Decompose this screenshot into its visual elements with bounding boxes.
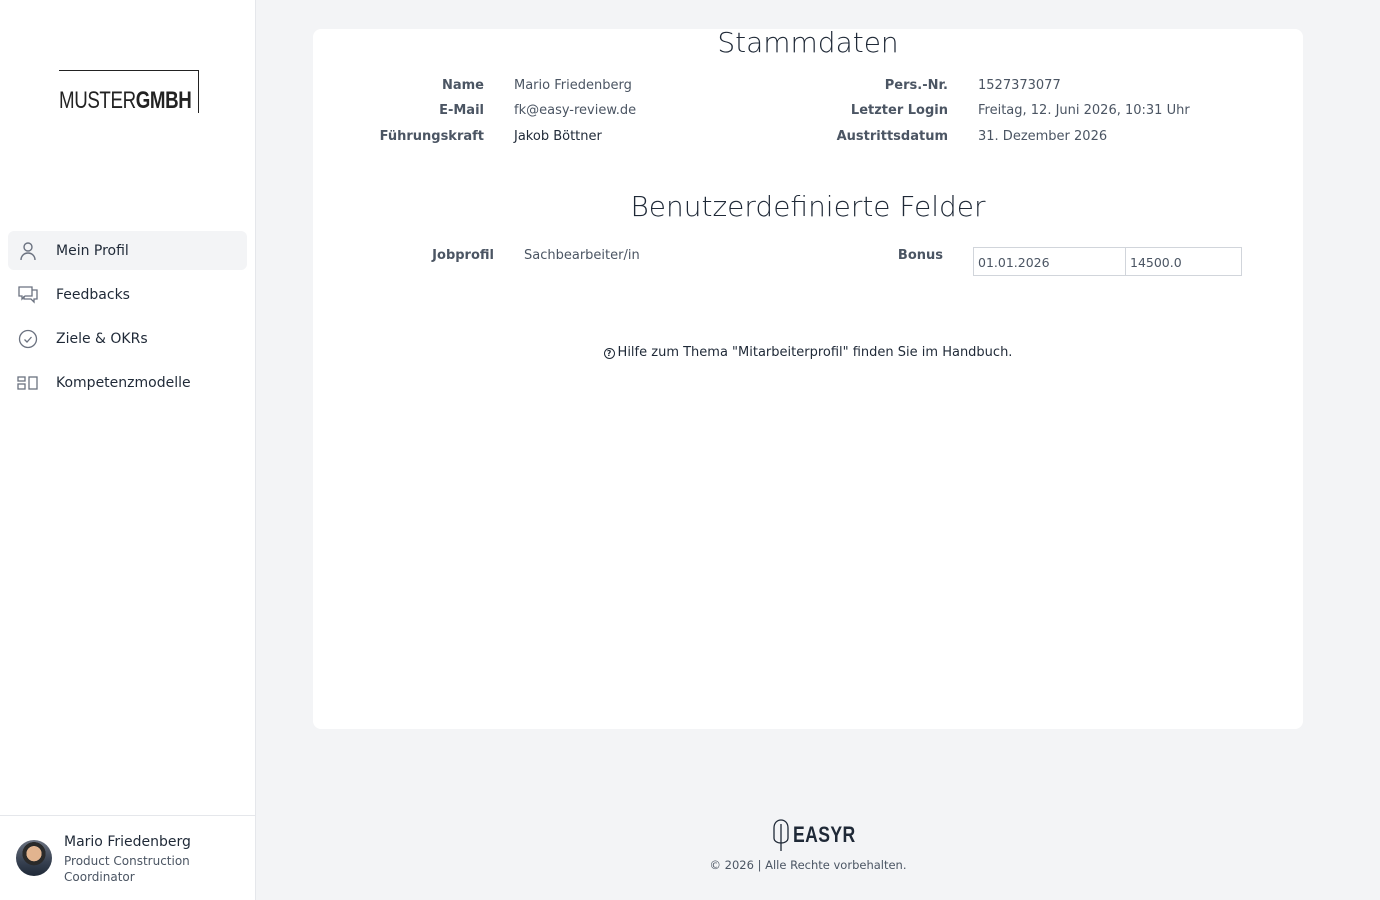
footer-brand: EASYR xyxy=(793,822,856,847)
chat-bubbles-icon xyxy=(17,284,39,306)
easyr-icon xyxy=(773,819,789,851)
user-name: Mario Friedenberg xyxy=(64,834,191,850)
manager-value: Jakob Böttner xyxy=(514,129,602,144)
logo-text-bold: GMBH xyxy=(135,87,192,114)
jobprofile-value: Sachbearbeiter/in xyxy=(524,248,640,263)
sidebar-item-label: Feedbacks xyxy=(56,286,130,303)
bonus-field: 01.01.2026 14500.0 xyxy=(973,247,1242,276)
company-logo[interactable]: MUSTERGMBH xyxy=(59,70,199,113)
bonus-label: Bonus xyxy=(897,248,943,263)
jobprofile-label: Jobprofil xyxy=(432,248,494,263)
bonus-amount-cell: 14500.0 xyxy=(1130,255,1182,270)
last-login-label: Letzter Login xyxy=(850,103,948,118)
pers-nr-value: 1527373077 xyxy=(978,78,1061,93)
sidebar-nav: Mein Profil Feedbacks Ziele & OKRs Kompe… xyxy=(8,231,247,407)
master-data-title: Stammdaten xyxy=(717,26,899,59)
sidebar-item-label: Ziele & OKRs xyxy=(56,330,148,347)
sidebar-item-ziele-okrs[interactable]: Ziele & OKRs xyxy=(8,319,247,358)
last-login-value: Freitag, 12. Juni 2026, 10:31 Uhr xyxy=(978,103,1190,118)
name-value: Mario Friedenberg xyxy=(514,78,632,93)
pers-nr-label: Pers.-Nr. xyxy=(884,78,948,93)
sidebar-item-label: Mein Profil xyxy=(56,242,129,259)
footer-copyright: © 2026 | Alle Rechte vorbehalten. xyxy=(709,858,907,872)
question-circle-icon: ? xyxy=(603,348,615,359)
manager-label: Führungskraft xyxy=(379,129,484,144)
sidebar-item-label: Kompetenzmodelle xyxy=(56,374,191,391)
help-text: Hilfe zum Thema "Mitarbeiterprofil" find… xyxy=(617,345,1013,360)
footer-logo: EASYR xyxy=(772,818,871,852)
exit-date-value: 31. Dezember 2026 xyxy=(978,129,1108,144)
sidebar-item-kompetenzmodelle[interactable]: Kompetenzmodelle xyxy=(8,363,247,402)
exit-date-label: Austrittsdatum xyxy=(836,129,948,144)
custom-fields-title: Benutzerdefinierte Felder xyxy=(630,190,986,223)
email-value: fk@easy-review.de xyxy=(514,103,637,118)
user-icon xyxy=(17,240,39,262)
check-circle-icon xyxy=(17,328,39,350)
logo-text-light: MUSTER xyxy=(59,87,136,114)
sidebar: MUSTERGMBH Mein Profil Feedbacks Ziele &… xyxy=(0,0,256,900)
email-label: E-Mail xyxy=(439,103,484,118)
help-hint[interactable]: ? Hilfe zum Thema "Mitarbeiterprofil" fin… xyxy=(313,345,1303,360)
sidebar-item-feedbacks[interactable]: Feedbacks xyxy=(8,275,247,314)
sidebar-item-mein-profil[interactable]: Mein Profil xyxy=(8,231,247,270)
name-label: Name xyxy=(441,78,484,93)
profile-card: Stammdaten Name Mario Friedenberg E-Mail… xyxy=(313,26,1303,729)
blocks-icon xyxy=(17,372,39,394)
bonus-date-cell: 01.01.2026 xyxy=(974,248,1126,275)
